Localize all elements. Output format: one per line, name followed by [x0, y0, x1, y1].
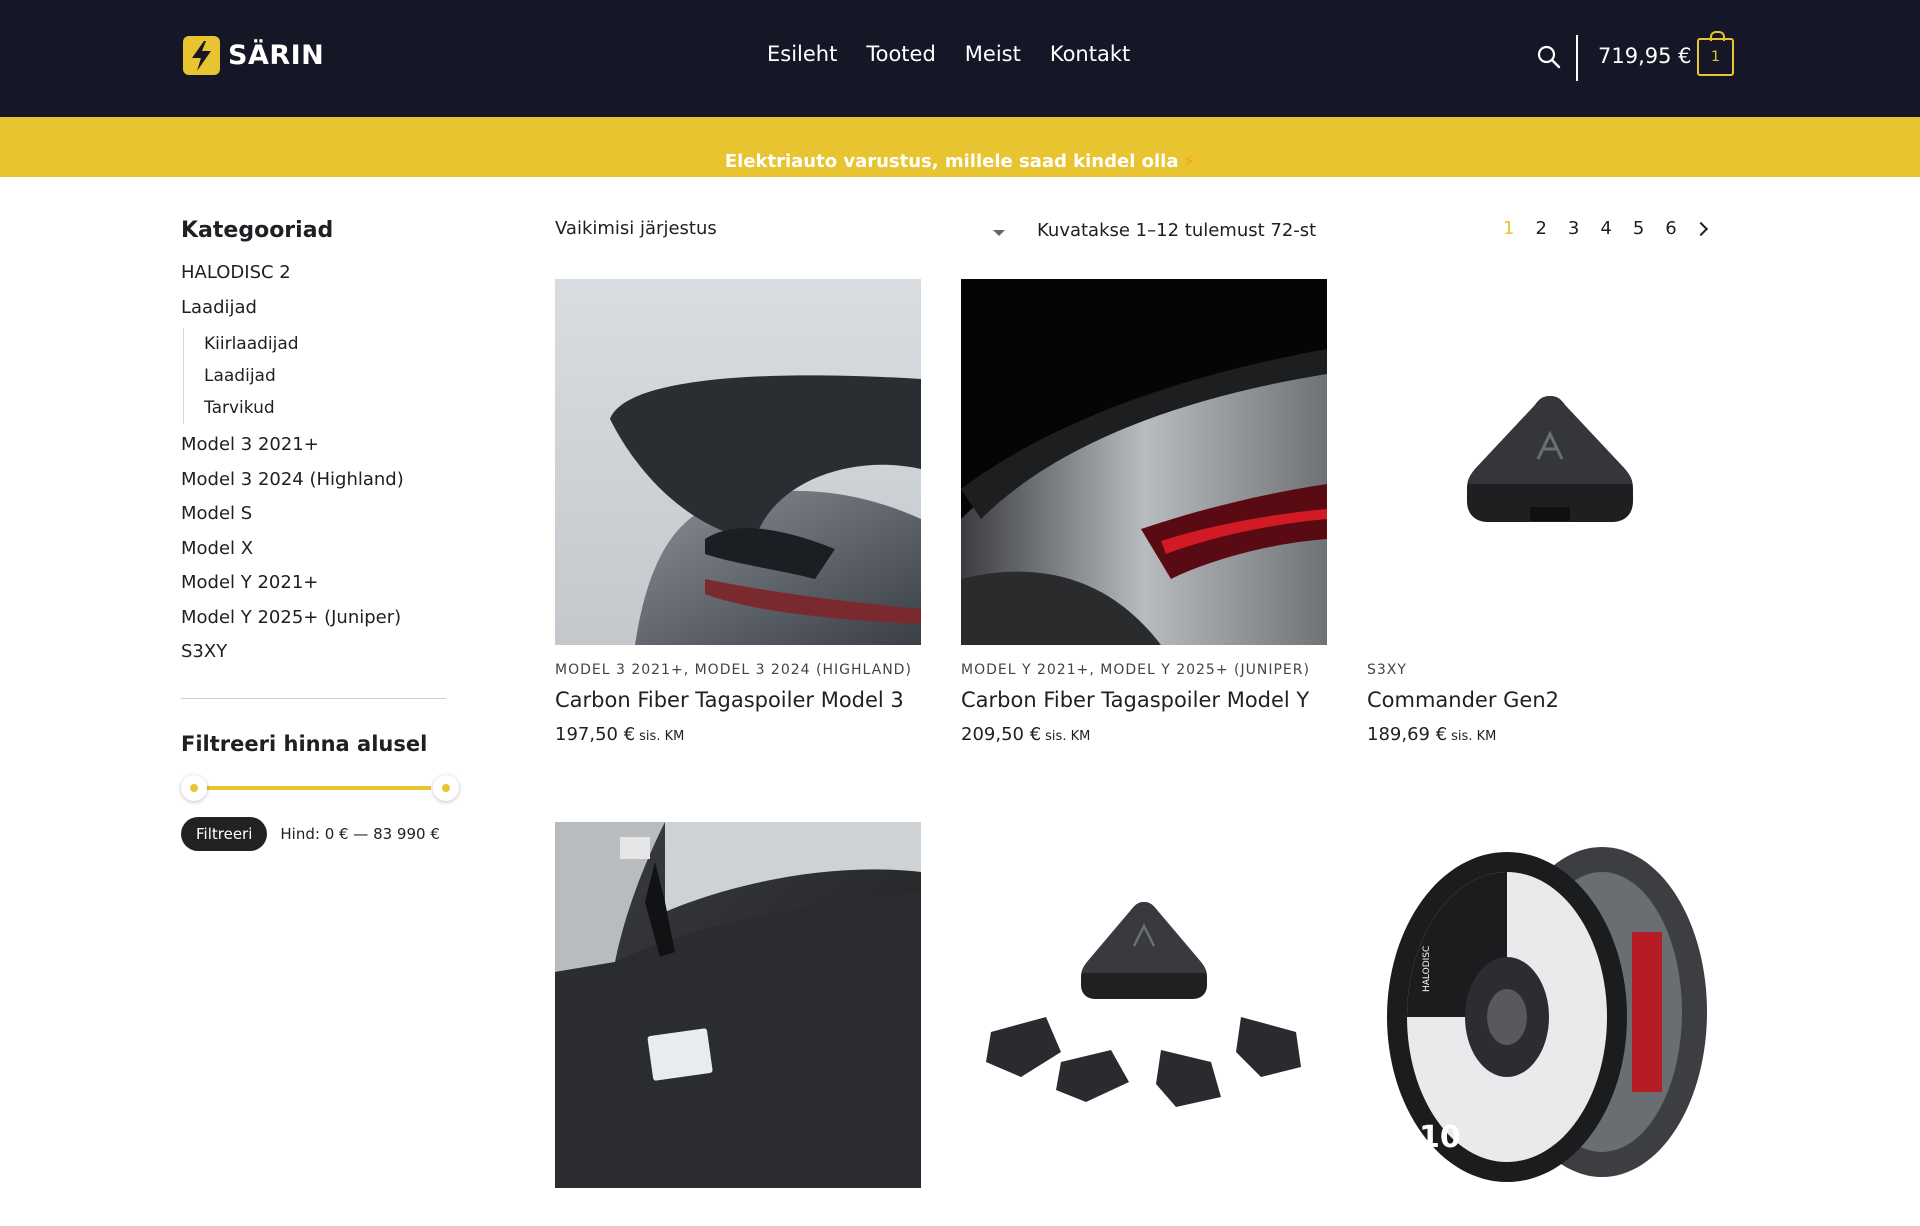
category-item[interactable]: S3XY [181, 635, 446, 670]
wheel-brand-text: HALODISC [1422, 946, 1432, 992]
subcategory-group: Kiirlaadijad Laadijad Tarvikud [181, 328, 446, 424]
site-header: SÄRIN Esileht Tooted Meist Kontakt 719,9… [0, 0, 1920, 117]
halodisc-wheel-image: 10 HALODISC [1367, 822, 1733, 1188]
categories-title: Kategooriad [181, 218, 334, 243]
lightning-logo-icon [183, 36, 220, 75]
sunshade-image [555, 822, 921, 1188]
tax-label: sis. KM [1451, 729, 1497, 744]
category-item[interactable]: Model Y 2021+ [181, 566, 446, 601]
cart-total[interactable]: 719,95 € [1598, 44, 1692, 68]
nav-item-esileht[interactable]: Esileht [767, 42, 837, 66]
sort-label: Vaikimisi järjestus [555, 218, 717, 239]
product-card: MODEL Y 2021+, MODEL Y 2025+ (JUNIPER) C… [961, 279, 1327, 745]
spoiler-model3-image [555, 279, 921, 645]
banner-text: Elektriauto varustus, millele saad kinde… [724, 151, 1179, 172]
commander-gen2-image [1367, 279, 1733, 645]
page-link-4[interactable]: 4 [1600, 218, 1611, 239]
chevron-down-icon [993, 230, 1005, 236]
cart-count: 1 [1711, 49, 1720, 65]
tax-label: sis. KM [1045, 729, 1091, 744]
shopping-bag-icon[interactable]: 1 [1697, 31, 1734, 76]
subcategory-item[interactable]: Laadijad [204, 360, 446, 392]
filter-button[interactable]: Filtreeri [181, 816, 268, 851]
category-item[interactable]: Model 3 2021+ [181, 428, 446, 463]
sidebar: Kategooriad HALODISC 2 Laadijad Kiirlaad… [181, 218, 459, 851]
category-item[interactable]: Model Y 2025+ (Juniper) [181, 601, 446, 636]
header-divider [1576, 35, 1578, 81]
product-price: 209,50 € sis. KM [961, 724, 1327, 745]
product-category[interactable]: MODEL Y 2021+, MODEL Y 2025+ (JUNIPER) [961, 662, 1327, 678]
wheel-number-text: 10 [1419, 1120, 1461, 1155]
product-card [961, 822, 1327, 1226]
price-filter-title: Filtreeri hinna alusel [181, 731, 428, 756]
product-title[interactable]: Carbon Fiber Tagaspoiler Model Y [961, 688, 1327, 712]
page-link-6[interactable]: 6 [1665, 218, 1676, 239]
subcategory-item[interactable]: Tarvikud [204, 392, 446, 424]
category-item[interactable]: HALODISC 2 [181, 256, 446, 291]
site-logo[interactable]: SÄRIN [183, 36, 324, 75]
category-item[interactable]: Laadijad [181, 291, 446, 326]
product-category[interactable]: MODEL 3 2021+, MODEL 3 2024 (HIGHLAND) [555, 662, 921, 678]
nav-item-kontakt[interactable]: Kontakt [1050, 42, 1130, 66]
category-item[interactable]: Model X [181, 532, 446, 567]
product-image[interactable] [961, 822, 1327, 1188]
product-title[interactable]: Carbon Fiber Tagaspoiler Model 3 [555, 688, 921, 712]
nav-item-tooted[interactable]: Tooted [866, 42, 935, 66]
category-list: HALODISC 2 Laadijad Kiirlaadijad Laadija… [181, 256, 446, 670]
product-category[interactable]: S3XY [1367, 662, 1733, 678]
brand-name: SÄRIN [228, 40, 325, 71]
product-price: 189,69 € sis. KM [1367, 724, 1733, 745]
price-slider-min-handle[interactable] [181, 774, 207, 801]
price-amount: 209,50 € [961, 724, 1042, 745]
price-range-label: Hind: 0 € — 83 990 € [280, 824, 440, 843]
product-price [961, 1205, 1327, 1226]
product-price: 197,50 € sis. KM [555, 724, 921, 745]
spoiler-modely-image [961, 279, 1327, 645]
page-link-3[interactable]: 3 [1568, 218, 1579, 239]
page-link-1[interactable]: 1 [1503, 218, 1514, 239]
product-card: S3XY Commander Gen2 189,69 € sis. KM [1367, 279, 1733, 745]
category-item[interactable]: Model S [181, 497, 446, 532]
product-image[interactable]: 10 HALODISC [1367, 822, 1733, 1188]
price-amount: 197,50 € [555, 724, 636, 745]
result-count: Kuvatakse 1–12 tulemust 72-st [1037, 220, 1317, 241]
tax-label: sis. KM [639, 729, 685, 744]
product-image[interactable] [961, 279, 1327, 645]
product-card [555, 822, 921, 1226]
pagination: 1 2 3 4 5 6 [1503, 218, 1708, 239]
product-image[interactable] [1367, 279, 1733, 645]
search-icon[interactable] [1536, 44, 1562, 70]
product-image[interactable] [555, 822, 921, 1188]
nav-item-meist[interactable]: Meist [965, 42, 1021, 66]
product-card: MODEL 3 2021+, MODEL 3 2024 (HIGHLAND) C… [555, 279, 921, 745]
product-card: 10 HALODISC [1367, 822, 1733, 1226]
product-image[interactable] [555, 279, 921, 645]
announcement-banner: Elektriauto varustus, millele saad kinde… [0, 117, 1920, 177]
commander-buttons-image [961, 822, 1327, 1188]
price-slider-track [195, 785, 431, 790]
chevron-right-icon[interactable] [1693, 221, 1708, 237]
page-link-2[interactable]: 2 [1535, 218, 1546, 239]
sidebar-divider [181, 697, 446, 699]
product-title[interactable]: Commander Gen2 [1367, 688, 1733, 712]
page-link-5[interactable]: 5 [1633, 218, 1644, 239]
product-price [555, 1205, 921, 1226]
price-amount: 189,69 € [1367, 724, 1448, 745]
product-price [1367, 1205, 1733, 1226]
sort-select[interactable]: Vaikimisi järjestus [555, 218, 1005, 248]
subcategory-item[interactable]: Kiirlaadijad [204, 328, 446, 360]
lightning-icon: ⚡ [1182, 151, 1196, 172]
main-nav: Esileht Tooted Meist Kontakt [767, 42, 1130, 66]
category-item[interactable]: Model 3 2024 (Highland) [181, 463, 446, 498]
price-slider[interactable] [181, 773, 459, 803]
price-slider-max-handle[interactable] [433, 774, 459, 801]
